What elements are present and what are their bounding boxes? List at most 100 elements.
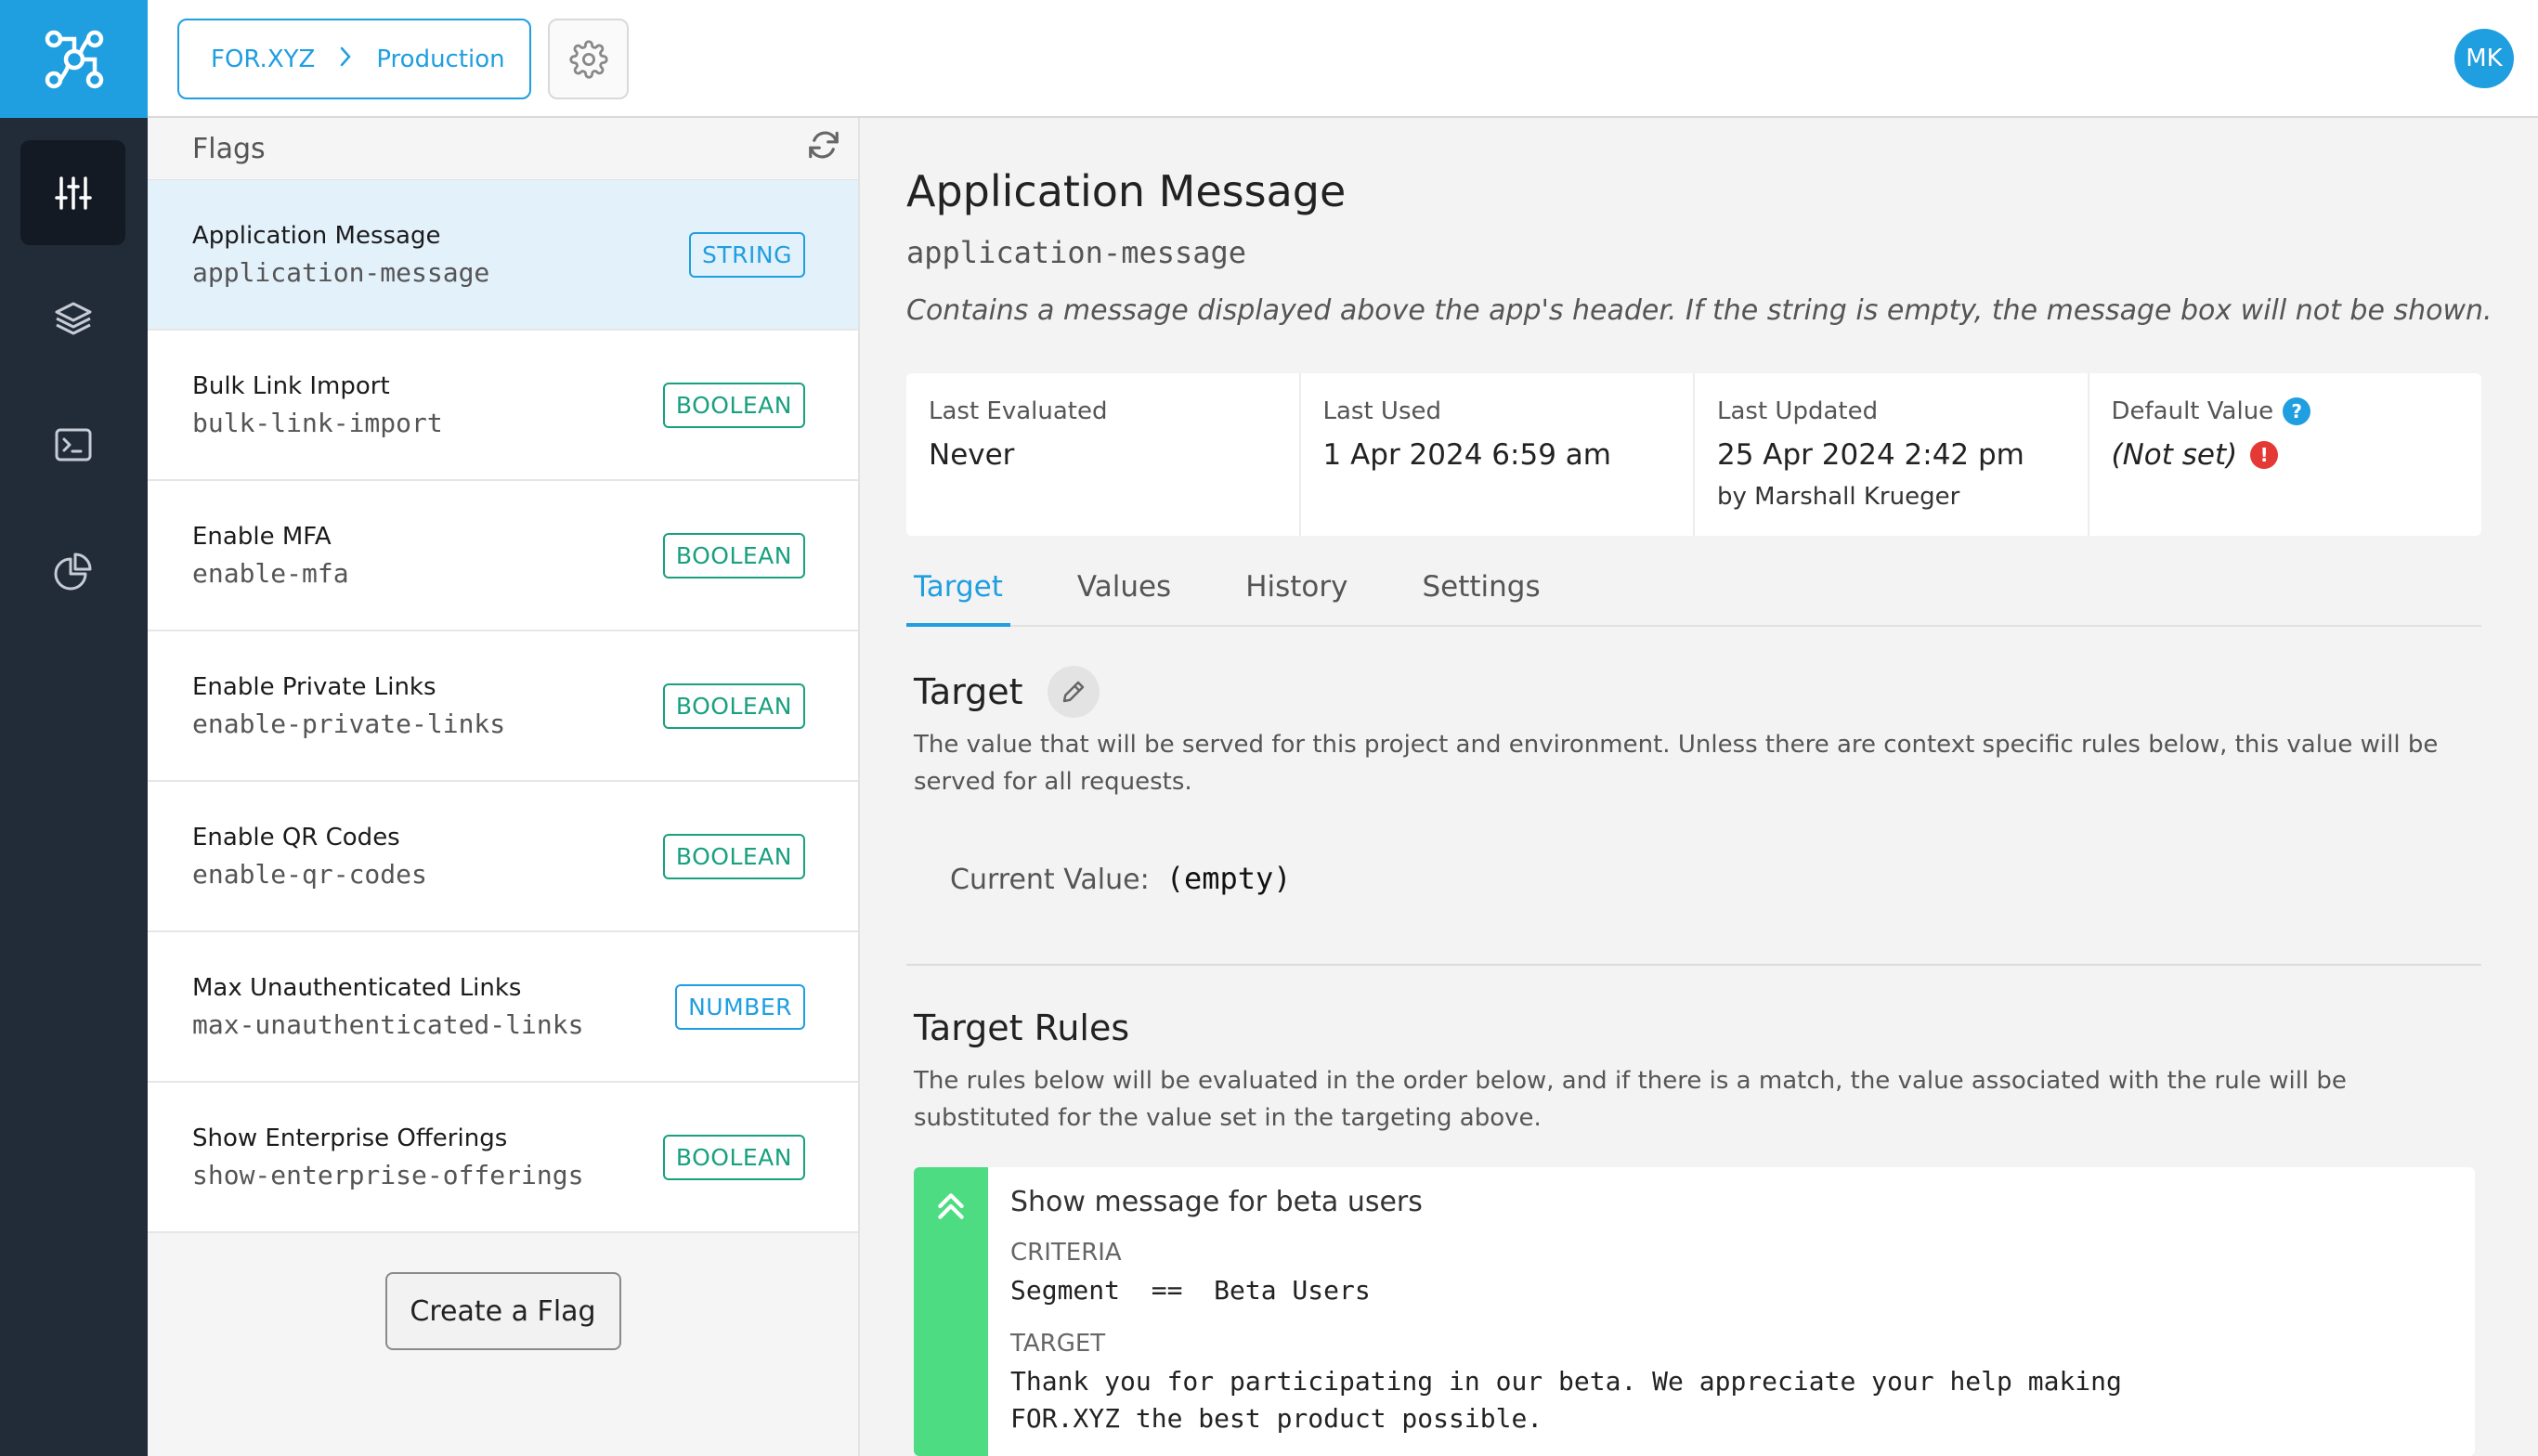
target-rules-title: Target Rules <box>914 1008 1130 1048</box>
pencil-icon <box>1062 681 1084 703</box>
flag-key: enable-qr-codes <box>192 858 427 890</box>
flag-list-item[interactable]: Show Enterprise Offerings show-enterpris… <box>148 1083 858 1233</box>
flag-description: Contains a message displayed above the a… <box>906 294 2492 327</box>
stat-value: 1 Apr 2024 6:59 am <box>1322 438 1611 472</box>
breadcrumb-environment[interactable]: Production <box>376 46 504 73</box>
gear-icon <box>568 39 608 79</box>
tab-settings[interactable]: Settings <box>1414 562 1547 627</box>
rule-body: Show message for beta users CRITERIA Seg… <box>988 1167 2144 1456</box>
target-description: The value that will be served for this p… <box>914 731 2439 796</box>
flags-panel-header: Flags <box>148 118 858 180</box>
pie-chart-icon <box>54 552 91 590</box>
rule-criteria: Segment == Beta Users <box>1010 1275 1371 1306</box>
help-icon[interactable]: ? <box>2283 397 2311 425</box>
project-settings-button[interactable] <box>548 19 629 99</box>
flag-type-badge: NUMBER <box>675 983 805 1030</box>
edit-target-button[interactable] <box>1047 666 1100 718</box>
flag-list-item[interactable]: Application Message application-message … <box>148 180 858 331</box>
stat-last-updated: Last Updated 25 Apr 2024 2:42 pm by Mars… <box>1695 373 2089 536</box>
target-section-title: Target <box>914 666 1100 718</box>
flag-name: Enable MFA <box>192 522 332 551</box>
sidebar-item-analytics[interactable] <box>20 518 125 623</box>
flag-name: Application Message <box>192 221 441 250</box>
flag-key: application-message <box>192 256 490 288</box>
layers-icon <box>55 302 91 334</box>
flag-name: Show Enterprise Offerings <box>192 1124 508 1152</box>
flag-detail: Application Message application-message … <box>860 118 2538 1456</box>
target-rules-description: The rules below will be evaluated in the… <box>914 1067 2347 1132</box>
terminal-icon <box>55 428 91 461</box>
flag-list-item[interactable]: Max Unauthenticated Links max-unauthenti… <box>148 932 858 1083</box>
stat-value: Never <box>929 438 1015 472</box>
flag-name: Max Unauthenticated Links <box>192 973 522 1002</box>
app-logo[interactable] <box>0 0 148 118</box>
tab-history[interactable]: History <box>1238 562 1355 627</box>
detail-tabs: Target Values History Settings <box>906 562 2481 627</box>
flag-list-item[interactable]: Bulk Link Import bulk-link-import BOOLEA… <box>148 331 858 481</box>
sidebar-item-console[interactable] <box>20 392 125 497</box>
flag-name: Enable QR Codes <box>192 823 400 852</box>
chevrons-up-icon <box>938 1193 964 1219</box>
sliders-icon <box>54 176 92 210</box>
flag-stats-card: Last Evaluated Never Last Used 1 Apr 202… <box>906 373 2481 536</box>
stat-default-value: Default Value ? (Not set) ! <box>2089 373 2482 536</box>
rule-priority-bar[interactable] <box>914 1167 988 1456</box>
stat-label: Last Evaluated <box>929 397 1108 425</box>
rule-criteria-label: CRITERIA <box>1010 1239 1122 1267</box>
flag-key: show-enterprise-offerings <box>192 1159 584 1190</box>
target-rule-card[interactable]: Show message for beta users CRITERIA Seg… <box>914 1167 2475 1456</box>
current-value-text: (empty) <box>1165 861 1292 896</box>
left-rail <box>0 0 148 1456</box>
top-header: FOR.XYZ Production MK <box>148 0 2538 118</box>
flag-type-badge: BOOLEAN <box>662 1134 805 1180</box>
flag-type-badge: BOOLEAN <box>662 833 805 879</box>
flag-list-item[interactable]: Enable Private Links enable-private-link… <box>148 631 858 782</box>
flag-type-badge: STRING <box>689 231 805 278</box>
flag-key: enable-private-links <box>192 708 506 739</box>
rule-target: Thank you for participating in our beta.… <box>1010 1366 2122 1434</box>
refresh-icon[interactable] <box>806 127 841 170</box>
breadcrumb[interactable]: FOR.XYZ Production <box>177 19 531 99</box>
app-logo-icon <box>45 30 103 88</box>
flag-type-badge: BOOLEAN <box>662 532 805 578</box>
stat-updated-by: by Marshall Krueger <box>1717 483 1960 511</box>
stat-last-evaluated: Last Evaluated Never <box>906 373 1301 536</box>
flag-type-badge: BOOLEAN <box>662 382 805 428</box>
section-divider <box>906 964 2481 966</box>
stat-last-used: Last Used 1 Apr 2024 6:59 am <box>1301 373 1695 536</box>
tab-target[interactable]: Target <box>906 562 1010 627</box>
rule-target-label: TARGET <box>1010 1330 1106 1358</box>
flag-key: max-unauthenticated-links <box>192 1008 584 1040</box>
warning-icon: ! <box>2250 441 2279 469</box>
flag-key-display: application-message <box>906 235 1247 270</box>
sidebar-item-segments[interactable] <box>20 266 125 370</box>
stat-label: Last Updated <box>1717 397 1879 425</box>
stat-value: (Not set) <box>2111 438 2238 472</box>
stat-label: Default Value <box>2111 397 2274 425</box>
target-title: Target <box>914 671 1023 712</box>
flags-panel: Flags Application Message application-me… <box>148 118 860 1456</box>
tab-values[interactable]: Values <box>1070 562 1178 627</box>
flag-list-item[interactable]: Enable MFA enable-mfa BOOLEAN <box>148 481 858 631</box>
stat-label: Last Used <box>1322 397 1442 425</box>
flag-key: bulk-link-import <box>192 407 443 438</box>
stat-value-wrap: (Not set) ! <box>2112 438 2460 472</box>
rule-name: Show message for beta users <box>1010 1186 1423 1218</box>
sidebar-item-flags[interactable] <box>20 140 125 245</box>
breadcrumb-project[interactable]: FOR.XYZ <box>211 46 315 73</box>
flag-list-item[interactable]: Enable QR Codes enable-qr-codes BOOLEAN <box>148 782 858 932</box>
flag-name: Enable Private Links <box>192 672 436 701</box>
flag-type-badge: BOOLEAN <box>662 682 805 729</box>
chevron-right-icon <box>339 43 352 75</box>
stat-value: 25 Apr 2024 2:42 pm <box>1717 438 2024 472</box>
page-title: Application Message <box>906 166 1347 216</box>
current-value-label: Current Value: <box>950 864 1150 896</box>
stat-label-wrap: Default Value ? <box>2112 397 2460 425</box>
flags-panel-title: Flags <box>192 132 266 165</box>
create-flag-wrap: Create a Flag <box>148 1233 858 1350</box>
user-avatar[interactable]: MK <box>2454 29 2514 88</box>
flag-name: Bulk Link Import <box>192 371 390 400</box>
current-value: Current Value: (empty) <box>950 861 1292 896</box>
flag-key: enable-mfa <box>192 557 349 589</box>
create-flag-button[interactable]: Create a Flag <box>384 1272 621 1350</box>
